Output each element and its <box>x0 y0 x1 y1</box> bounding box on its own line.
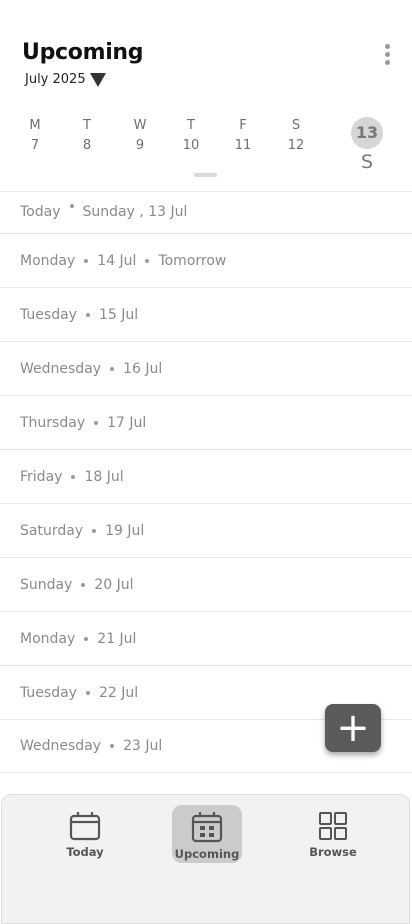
week-day[interactable]: T 8 <box>67 116 107 156</box>
day-date: 16 Jul <box>123 360 163 377</box>
list-item[interactable]: Wednesday 16 Jul <box>0 341 412 395</box>
day-date: 15 Jul <box>98 306 139 323</box>
day-label: Sunday <box>20 576 73 593</box>
day-label: Tuesday <box>20 684 77 701</box>
week-day-letter: M <box>29 118 41 133</box>
week-day[interactable]: S 12 <box>276 116 316 156</box>
day-date: 23 Jul <box>123 738 163 754</box>
week-day-letter: W <box>133 118 147 133</box>
week-day-letter: T <box>83 118 91 133</box>
week-day-selected[interactable]: 13 S <box>347 117 387 175</box>
day-label: Monday <box>20 252 76 269</box>
dot-separator <box>84 258 89 263</box>
more-vertical-icon-dot <box>384 59 390 65</box>
month-selector[interactable]: July 2025 <box>25 71 106 87</box>
dot-separator <box>92 528 97 533</box>
nav-browse[interactable]: Browse <box>298 805 368 863</box>
drag-handle[interactable] <box>194 173 217 177</box>
more-options-button[interactable] <box>375 40 399 68</box>
day-label: Thursday <box>20 414 86 431</box>
week-day-number: 7 <box>30 138 40 153</box>
dot-separator <box>85 312 90 317</box>
dot-separator <box>110 744 115 748</box>
week-day-letter: F <box>239 118 247 133</box>
nav-browse-label: Browse <box>309 845 357 859</box>
day-date: 18 Jul <box>84 468 124 485</box>
list-item[interactable]: Sunday 20 Jul <box>0 557 412 611</box>
page-title: Upcoming <box>22 40 144 65</box>
dot-separator <box>71 474 76 479</box>
day-date: 20 Jul <box>94 576 134 593</box>
selected-day-number: 13 <box>351 117 383 149</box>
dot-separator <box>145 258 150 263</box>
list-item[interactable]: Monday 21 Jul <box>0 611 412 665</box>
dropdown-triangle-icon <box>89 73 106 87</box>
nav-today[interactable]: Today <box>50 805 120 863</box>
week-day-number: 10 <box>182 138 200 153</box>
dot-separator <box>94 420 99 425</box>
list-item[interactable]: Monday 14 Jul Tomorrow <box>0 233 412 287</box>
day-label: Friday <box>20 468 63 485</box>
more-vertical-icon <box>384 43 390 49</box>
bottom-navigation: Today Upcoming Browse <box>1 794 410 924</box>
day-date: 19 Jul <box>105 522 145 539</box>
week-day-letter: T <box>187 118 195 133</box>
day-date: 21 Jul <box>97 630 137 647</box>
day-list: Today Sunday , 13 Jul Monday 14 Jul Tomo… <box>0 191 412 773</box>
day-label: Monday <box>20 630 76 647</box>
dot-separator <box>110 366 115 371</box>
week-day-number: 8 <box>82 138 92 153</box>
day-date: 17 Jul <box>107 414 147 431</box>
day-label: Wednesday <box>20 738 102 754</box>
week-day[interactable]: W 9 <box>120 116 160 156</box>
day-label: Saturday <box>20 522 84 539</box>
week-day-letter: S <box>291 118 301 133</box>
calendar-icon <box>69 812 101 841</box>
day-relative: Tomorrow <box>158 252 227 269</box>
week-strip: M 7 T 8 W 9 T 10 F 11 S 12 13 S <box>0 116 412 176</box>
dot-separator <box>69 204 74 208</box>
header: Upcoming July 2025 M 7 T 8 W 9 T 10 F 11 <box>0 0 412 190</box>
list-item[interactable]: Tuesday 15 Jul <box>0 287 412 341</box>
nav-upcoming[interactable]: Upcoming <box>172 805 242 863</box>
dot-separator <box>81 582 86 587</box>
week-day[interactable]: M 7 <box>15 116 55 156</box>
day-date: 14 Jul <box>97 252 137 269</box>
month-label: July 2025 <box>25 71 86 87</box>
week-day-number: 11 <box>234 138 252 153</box>
nav-today-label: Today <box>66 845 104 859</box>
dot-separator <box>84 636 89 641</box>
add-task-button[interactable]: + <box>325 704 381 752</box>
day-label: Tuesday <box>20 306 77 323</box>
list-item[interactable]: Saturday 19 Jul <box>0 503 412 557</box>
week-day-number: 9 <box>135 138 145 153</box>
nav-upcoming-label: Upcoming <box>174 847 240 861</box>
list-item[interactable]: Thursday 17 Jul <box>0 395 412 449</box>
selected-day-letter: S <box>360 151 374 173</box>
day-date: Sunday , 13 Jul <box>82 204 188 220</box>
list-item[interactable]: Friday 18 Jul <box>0 449 412 503</box>
calendar-grid-icon <box>191 812 223 843</box>
plus-icon: + <box>336 705 370 751</box>
list-item[interactable]: Today Sunday , 13 Jul <box>0 191 412 233</box>
day-date: 22 Jul <box>98 684 139 701</box>
grid-icon <box>319 812 347 840</box>
week-day[interactable]: F 11 <box>223 116 263 156</box>
dot-separator <box>85 690 90 695</box>
week-day-number: 12 <box>287 138 305 153</box>
week-day[interactable]: T 10 <box>171 116 211 156</box>
more-vertical-icon-dot <box>384 51 390 57</box>
day-label: Today <box>20 204 61 220</box>
day-label: Wednesday <box>20 360 102 377</box>
